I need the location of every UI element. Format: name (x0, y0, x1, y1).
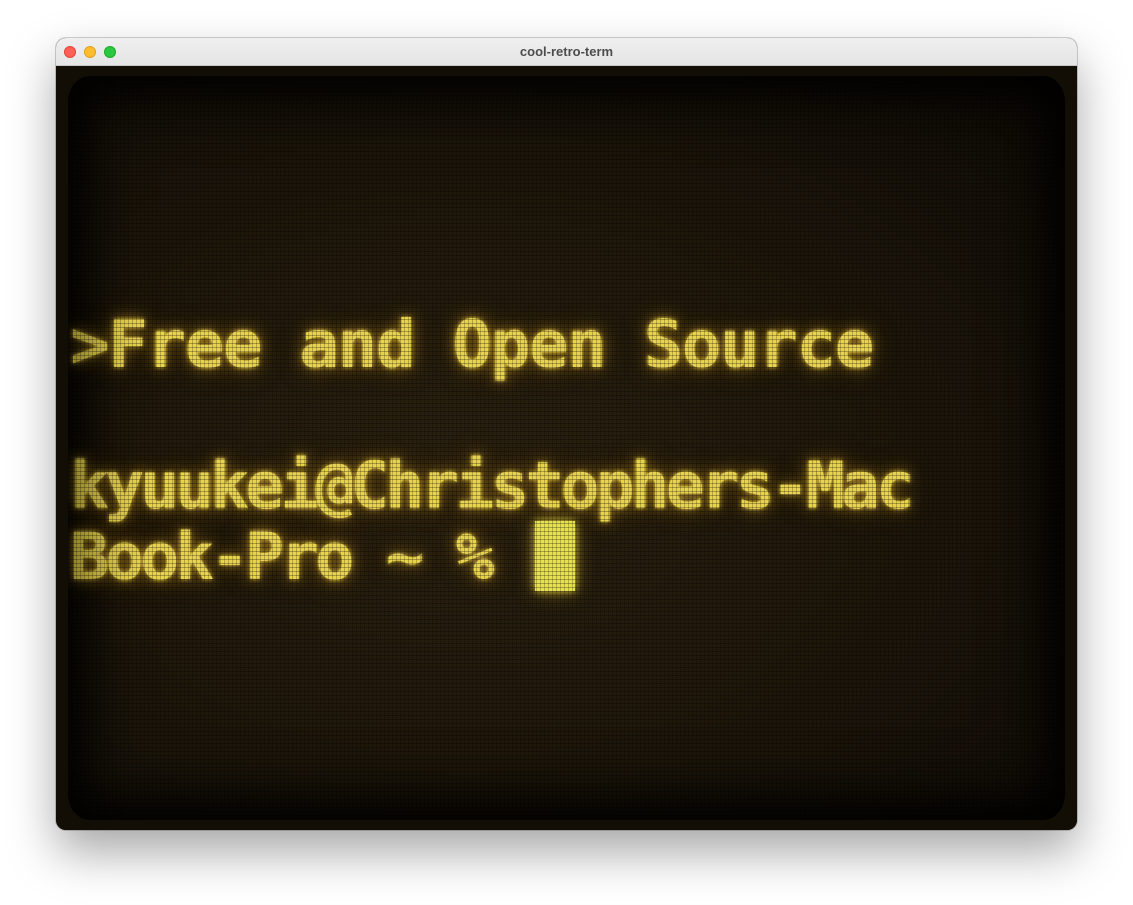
crt-display[interactable]: >Free and Open Source kyuukei@Christophe… (68, 76, 1065, 820)
title-bar[interactable]: cool-retro-term (56, 38, 1077, 66)
terminal-prompt-line-continued[interactable]: Book-Pro ~ % (70, 520, 576, 595)
app-window: cool-retro-term >Free and Open Source ky… (56, 38, 1077, 830)
terminal-screen[interactable]: >Free and Open Source kyuukei@Christophe… (56, 66, 1077, 830)
terminal-output-line: >Free and Open Source (70, 306, 874, 383)
terminal-cursor (535, 521, 576, 591)
window-title: cool-retro-term (519, 44, 614, 59)
prompt-text: Book-Pro ~ % (70, 520, 526, 595)
scanline-overlay (68, 76, 1065, 820)
crt-vignette (68, 76, 1065, 820)
terminal-prompt-line: kyuukei@Christophers-Mac (70, 449, 915, 524)
